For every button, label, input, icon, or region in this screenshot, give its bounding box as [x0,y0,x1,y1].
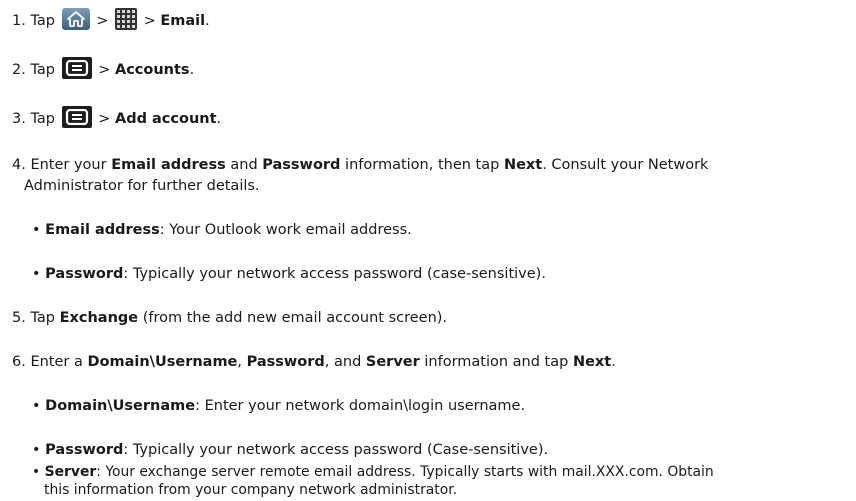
bullet-label: Server [44,464,97,480]
term-password: Password [262,157,341,173]
step-4-bullet-password: • Password: Typically your network acces… [32,264,546,284]
step-1-target: Email [160,13,206,29]
bullet: • [32,464,45,480]
separator: > [96,13,109,29]
step-6-text: , and [324,354,366,370]
bullet: • [32,398,46,414]
step-3-target: Add account [114,111,217,127]
step-4-text: . Consult your Network [542,157,709,173]
step-4: 4. Enter your Email address and Password… [12,155,708,175]
separator: > [143,13,156,29]
home-icon [61,8,90,30]
bullet-text: : Enter your network domain\login userna… [195,398,526,414]
step-5-text: (from the add new email account screen). [138,310,448,326]
period: . [205,13,210,29]
menu-key-icon [61,57,92,79]
step-3: 3. Tap > Add account. [12,106,221,129]
term-server: Server [365,354,420,370]
step-2: 2. Tap > Accounts. [12,57,194,80]
apps-grid-icon [114,8,137,30]
step-6-text: 6. Enter a [12,354,88,370]
step-6-text: , [237,354,247,370]
step-1-text: 1. Tap [12,13,55,29]
separator: > [98,111,111,127]
step-2-text: 2. Tap [12,62,55,78]
step-6-bullet-domain: • Domain\Username: Enter your network do… [32,396,525,416]
bullet: • [32,222,46,238]
step-5-text: 5. Tap [12,310,60,326]
bullet-text: : Your exchange server remote email addr… [96,464,714,480]
period: . [216,111,222,127]
step-1: 1. Tap > > Email. [12,8,210,31]
step-6-bullet-server: • Server: Your exchange server remote em… [32,462,714,482]
bullet-label: Email address [45,222,160,238]
bullet-label: Domain\Username [45,398,196,414]
term-exchange: Exchange [59,310,139,326]
term-password: Password [246,354,325,370]
step-6: 6. Enter a Domain\Username, Password, an… [12,352,616,372]
term-domain-username: Domain\Username [87,354,238,370]
bullet-label: Password [45,442,124,458]
step-6-text: information and tap [419,354,573,370]
step-4-text: information, then tap [340,157,504,173]
term-next: Next [503,157,543,173]
bullet: • [32,442,46,458]
term-next: Next [572,354,612,370]
period: . [189,62,195,78]
term-email-address: Email address [111,157,226,173]
menu-key-icon [61,106,92,128]
step-6-bullet-password: • Password: Typically your network acces… [32,440,548,460]
step-4-bullet-email: • Email address: Your Outlook work email… [32,220,412,240]
separator: > [98,62,111,78]
step-4-text: and [225,157,263,173]
step-5: 5. Tap Exchange (from the add new email … [12,308,447,328]
step-3-text: 3. Tap [12,111,55,127]
bullet-text: : Your Outlook work email address. [159,222,412,238]
step-2-target: Accounts [114,62,190,78]
step-4-continuation: Administrator for further details. [24,178,260,194]
step-4-text: 4. Enter your [12,157,112,173]
period: . [611,354,616,370]
bullet-text: : Typically your network access password… [123,266,546,282]
bullet-label: Password [45,266,124,282]
bullet-text: : Typically your network access password… [123,442,549,458]
bullet: • [32,266,46,282]
step-6-bullet-server-continuation: this information from your company netwo… [44,482,458,498]
